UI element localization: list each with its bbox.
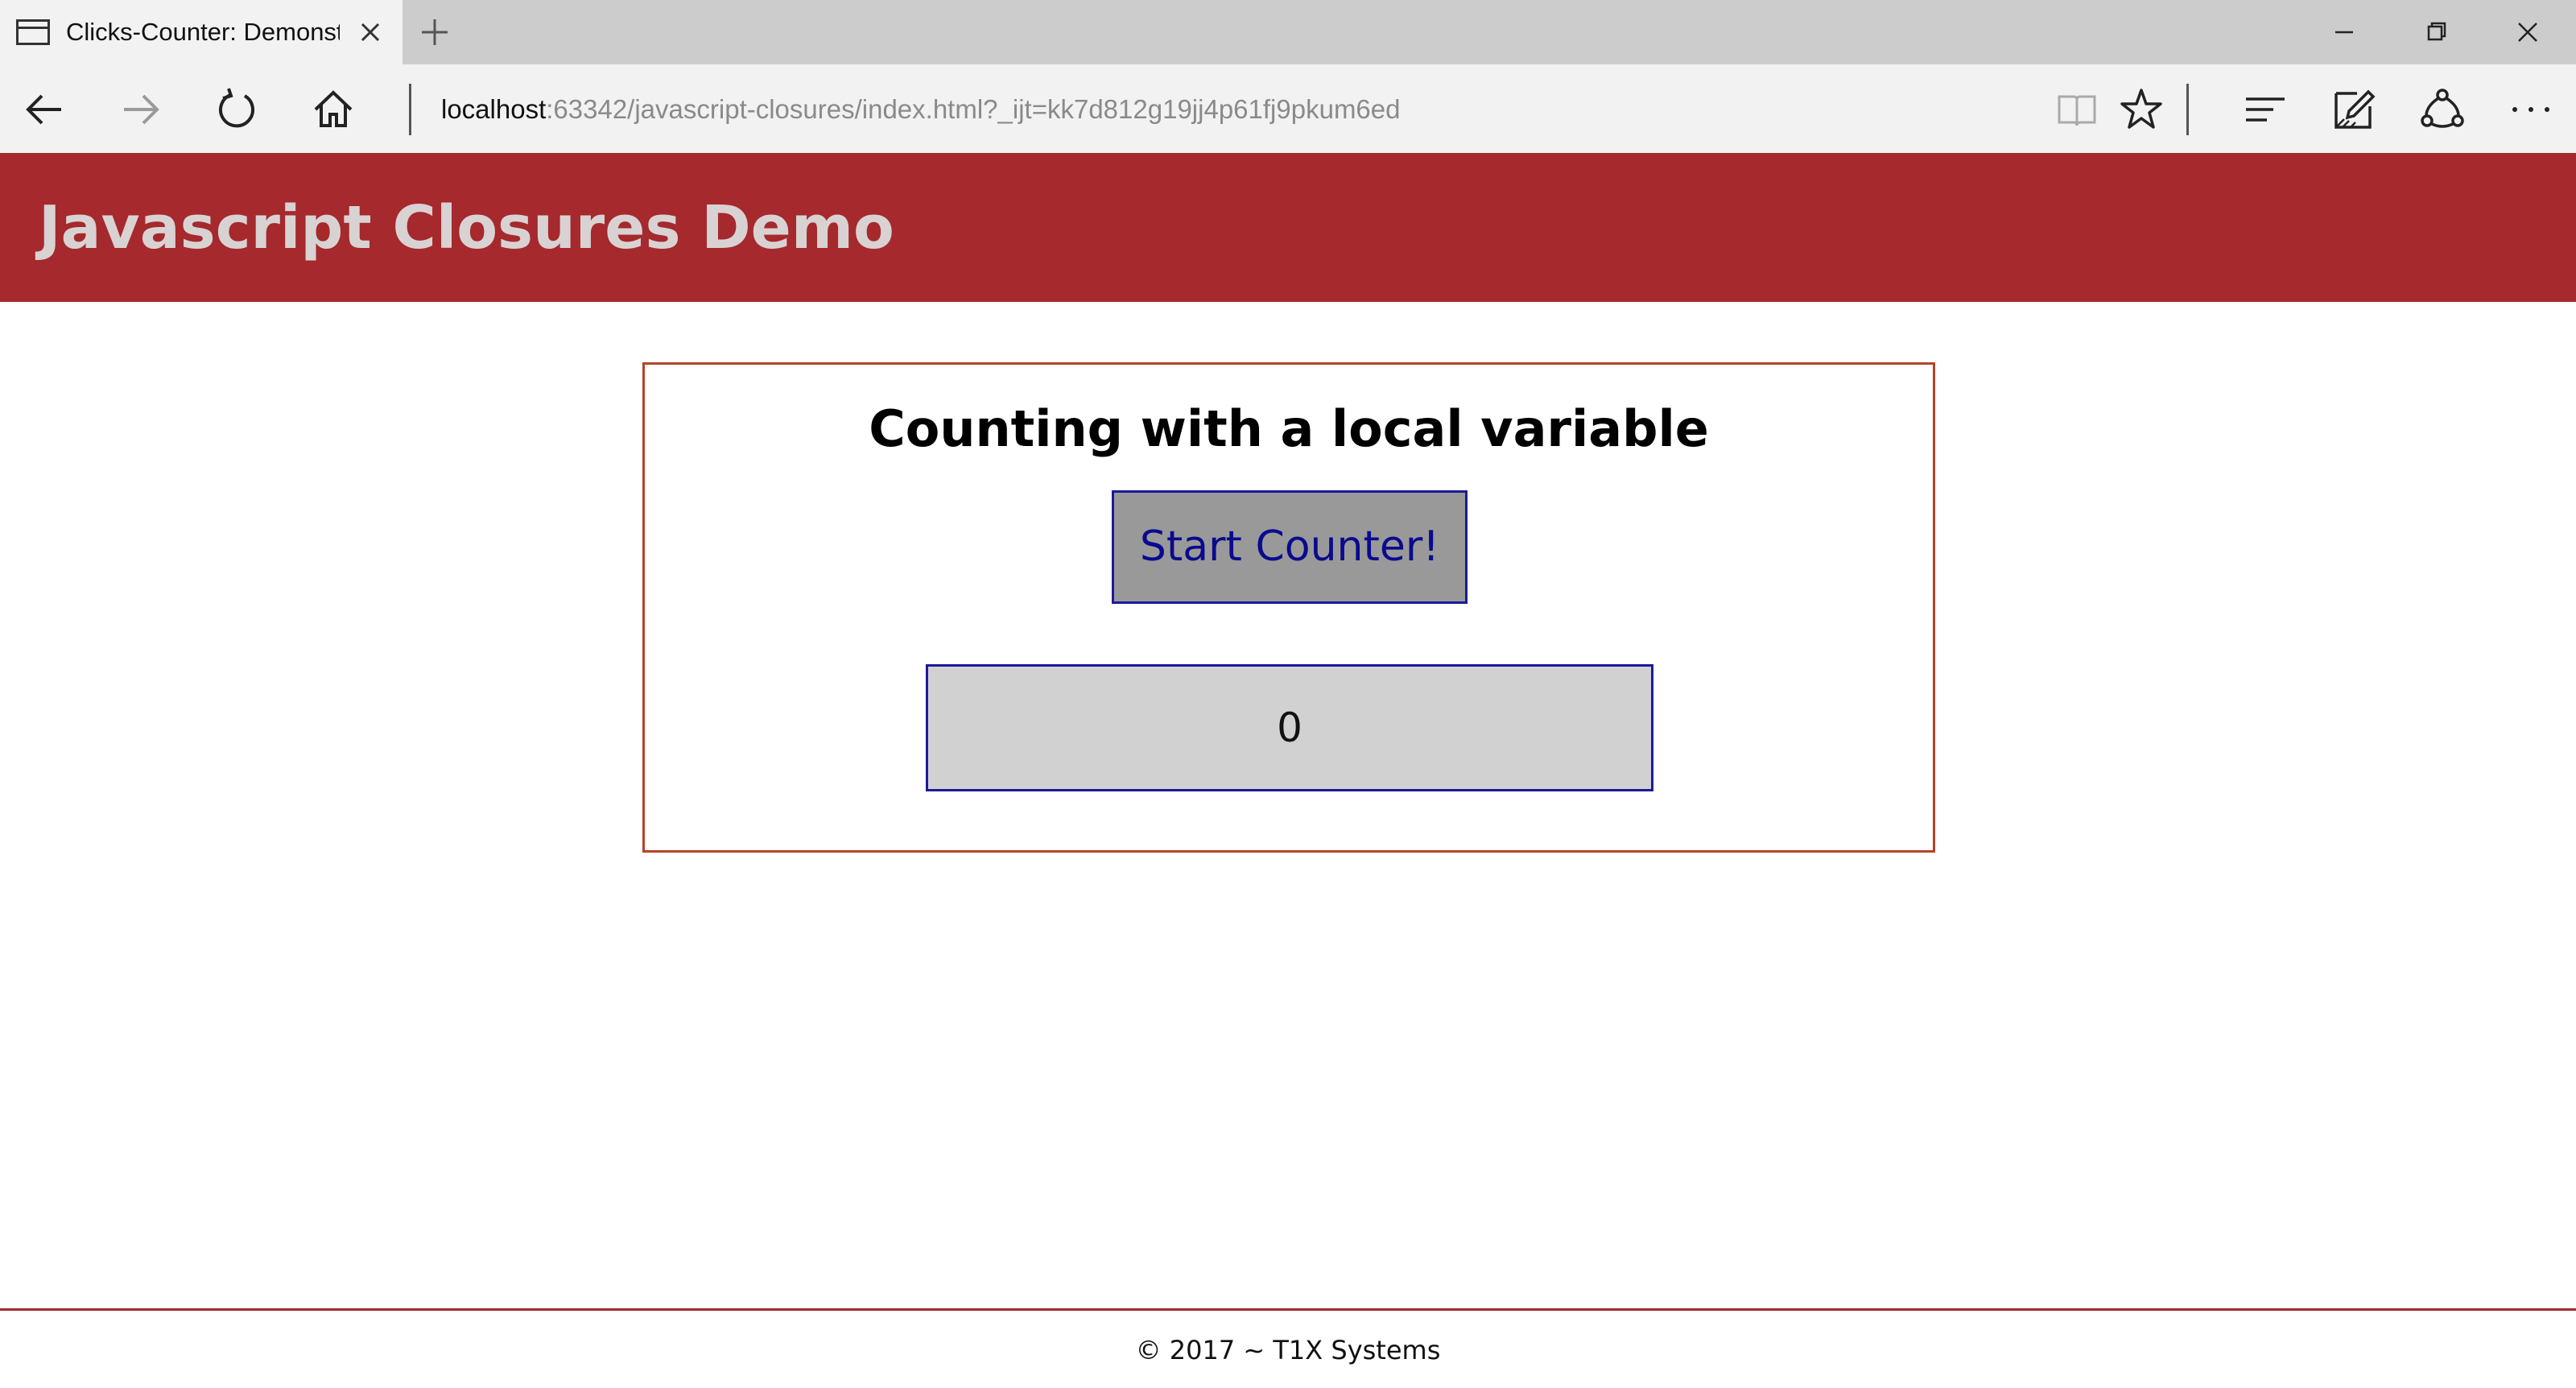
counter-display: 0 [926,664,1653,791]
start-counter-button[interactable]: Start Counter! [1112,490,1468,604]
back-icon[interactable] [21,85,69,134]
toolbar-divider [409,84,411,135]
browser-tab-active[interactable]: Clicks-Counter: Demonstrating Closures [0,0,402,64]
footer-copyright: © 2017 ~ T1X Systems [1135,1335,1441,1365]
site-title: Javascript Closures Demo [39,193,894,262]
toolbar-divider [2186,84,2189,135]
site-header: Javascript Closures Demo [0,153,2576,302]
tab-title: Clicks-Counter: Demonstrating Closures [66,18,340,46]
close-window-icon[interactable] [2505,11,2550,53]
url-host: localhost [441,94,547,124]
browser-toolbar: localhost:63342/javascript-closures/inde… [0,64,2576,153]
browser-tab-bar: Clicks-Counter: Demonstrating Closures [0,0,2576,64]
more-options-icon[interactable] [2507,85,2555,134]
page-icon [16,19,50,45]
favorite-star-icon[interactable] [2117,85,2165,134]
web-note-icon[interactable] [2330,85,2378,134]
forward-icon[interactable] [116,85,164,134]
close-tab-icon[interactable] [354,16,386,48]
reading-view-icon[interactable] [2053,85,2101,134]
url-path: :63342/javascript-closures/index.html?_i… [546,94,1401,124]
home-icon[interactable] [309,85,357,134]
footer-divider [0,1308,2576,1311]
section-heading: Counting with a local variable [869,399,1709,458]
minimize-icon[interactable] [2322,11,2367,53]
new-tab-icon[interactable] [417,14,452,50]
address-bar[interactable]: localhost:63342/javascript-closures/inde… [441,89,1971,130]
refresh-icon[interactable] [213,85,261,134]
counter-demo-panel: Counting with a local variable Start Cou… [642,362,1935,853]
share-icon[interactable] [2418,85,2467,134]
restore-icon[interactable] [2413,11,2458,53]
hub-icon[interactable] [2241,85,2289,134]
